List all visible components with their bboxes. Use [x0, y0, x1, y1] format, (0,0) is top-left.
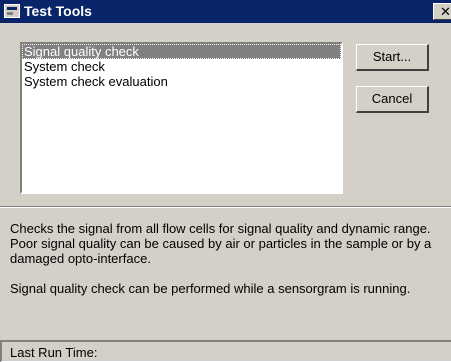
list-item-system-check[interactable]: System check	[22, 59, 341, 74]
cancel-button[interactable]: Cancel	[356, 86, 429, 113]
test-list[interactable]: Signal quality check System check System…	[20, 42, 343, 194]
list-item-system-check-evaluation[interactable]: System check evaluation	[22, 74, 341, 89]
description-panel: Checks the signal from all flow cells fo…	[10, 221, 451, 296]
list-item-signal-quality-check[interactable]: Signal quality check	[22, 44, 341, 59]
description-line: damaged opto-interface.	[10, 251, 151, 266]
close-icon: ✕	[440, 4, 451, 19]
description-note: Signal quality check can be performed wh…	[10, 281, 411, 296]
description-line: Poor signal quality can be caused by air…	[10, 236, 432, 251]
status-bar: Last Run Time:	[0, 340, 451, 362]
window-title: Test Tools	[24, 3, 92, 19]
description-line: Checks the signal from all flow cells fo…	[10, 221, 431, 236]
start-button[interactable]: Start...	[356, 44, 429, 71]
last-run-time-label: Last Run Time:	[10, 345, 98, 360]
divider	[0, 206, 451, 208]
close-button[interactable]: ✕	[433, 3, 451, 20]
app-icon	[4, 4, 20, 18]
title-bar[interactable]: Test Tools ✕	[0, 0, 451, 23]
